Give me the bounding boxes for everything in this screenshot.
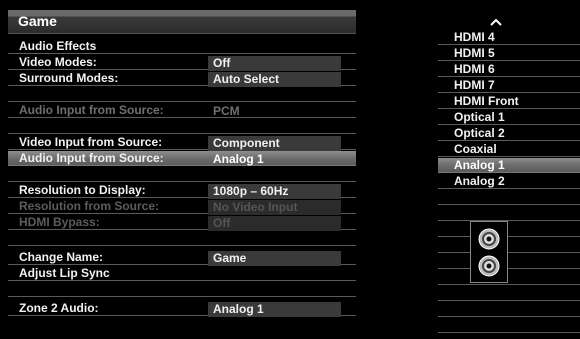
row-value[interactable]: Analog 1 <box>208 302 341 317</box>
connector-preview <box>470 221 508 283</box>
row-label: HDMI Bypass: <box>19 215 100 229</box>
source-item-optical2[interactable]: Optical 2 <box>438 126 580 141</box>
row-value[interactable]: Auto Select <box>208 72 341 87</box>
setting-hdmi-bypass: HDMI Bypass: Off <box>8 215 356 231</box>
setting-resolution-to-display[interactable]: Resolution to Display: 1080p – 60Hz <box>8 183 356 199</box>
setting-change-name[interactable]: Change Name: Game <box>8 250 356 266</box>
settings-panel: Game Audio Effects Video Modes: Off Surr… <box>8 10 356 336</box>
row-value[interactable]: Off <box>208 56 341 71</box>
row-value[interactable]: Analog 1 <box>208 152 341 167</box>
empty-list-row <box>438 222 580 237</box>
setting-audio-input[interactable]: Audio Input from Source: Analog 1 <box>8 151 356 166</box>
chevron-up-icon[interactable] <box>488 16 504 28</box>
row-value: Off <box>208 216 341 231</box>
empty-list-row <box>438 286 580 301</box>
source-label: HDMI 6 <box>454 62 495 76</box>
row-label: Audio Effects <box>19 39 97 53</box>
empty-list-row <box>438 190 580 205</box>
setting-surround-modes[interactable]: Surround Modes: Auto Select <box>8 71 356 87</box>
row-label: Adjust Lip Sync <box>19 266 110 280</box>
spacer-row <box>8 282 356 297</box>
source-item-hdmi-front[interactable]: HDMI Front <box>438 94 580 109</box>
source-label: HDMI Front <box>454 94 519 108</box>
source-item-analog1[interactable]: Analog 1 <box>438 158 580 173</box>
source-label: Optical 2 <box>454 126 505 140</box>
source-label: HDMI 7 <box>454 78 495 92</box>
row-value: No Video Input <box>208 200 341 215</box>
menu-item-adjust-lip-sync[interactable]: Adjust Lip Sync <box>8 266 356 281</box>
row-label: Audio Input from Source: <box>19 103 164 117</box>
row-label: Change Name: <box>19 250 104 264</box>
rca-jack-icon <box>478 228 500 250</box>
source-label: HDMI 4 <box>454 30 495 44</box>
row-label: Resolution from Source: <box>19 199 160 213</box>
source-item-hdmi6[interactable]: HDMI 6 <box>438 62 580 77</box>
row-value[interactable]: 1080p – 60Hz <box>208 184 341 199</box>
setting-zone2-audio[interactable]: Zone 2 Audio: Analog 1 <box>8 301 356 317</box>
source-item-hdmi4[interactable]: HDMI 4 <box>438 30 580 45</box>
setting-resolution-from-source: Resolution from Source: No Video Input <box>8 199 356 215</box>
source-list-panel: HDMI 4 HDMI 5 HDMI 6 HDMI 7 HDMI Front O… <box>438 10 580 336</box>
spacer-row <box>8 119 356 134</box>
row-label: Audio Input from Source: <box>19 151 164 165</box>
row-label: Video Modes: <box>19 55 97 69</box>
row-label: Video Input from Source: <box>19 135 163 149</box>
row-value[interactable]: Component <box>208 136 341 151</box>
empty-list-row <box>438 270 580 285</box>
row-label: Resolution to Display: <box>19 183 146 197</box>
empty-list-row <box>438 302 580 317</box>
empty-list-row <box>438 254 580 269</box>
setting-video-input[interactable]: Video Input from Source: Component <box>8 135 356 151</box>
source-label: Analog 1 <box>454 158 505 172</box>
setting-audio-input-pcm: Audio Input from Source: PCM <box>8 103 356 118</box>
source-label: Coaxial <box>454 142 497 156</box>
empty-list-row <box>438 238 580 253</box>
source-item-coaxial[interactable]: Coaxial <box>438 142 580 157</box>
setting-video-modes[interactable]: Video Modes: Off <box>8 55 356 71</box>
row-value: PCM <box>213 104 240 118</box>
source-label: Analog 2 <box>454 174 505 188</box>
source-label: HDMI 5 <box>454 46 495 60</box>
menu-item-audio-effects[interactable]: Audio Effects <box>8 39 356 54</box>
row-label: Surround Modes: <box>19 71 119 85</box>
source-item-hdmi7[interactable]: HDMI 7 <box>438 78 580 93</box>
spacer-row <box>8 167 356 182</box>
row-label: Zone 2 Audio: <box>19 301 99 315</box>
source-item-optical1[interactable]: Optical 1 <box>438 110 580 125</box>
source-item-hdmi5[interactable]: HDMI 5 <box>438 46 580 61</box>
panel-title: Game <box>18 13 57 29</box>
row-value[interactable]: Game <box>208 251 341 266</box>
spacer-row <box>8 231 356 246</box>
panel-title-bar: Game <box>8 10 356 34</box>
empty-list-row <box>438 206 580 221</box>
source-label: Optical 1 <box>454 110 505 124</box>
source-item-analog2[interactable]: Analog 2 <box>438 174 580 189</box>
empty-list-row <box>438 318 580 333</box>
rca-jack-icon <box>478 255 500 277</box>
spacer-row <box>8 87 356 102</box>
